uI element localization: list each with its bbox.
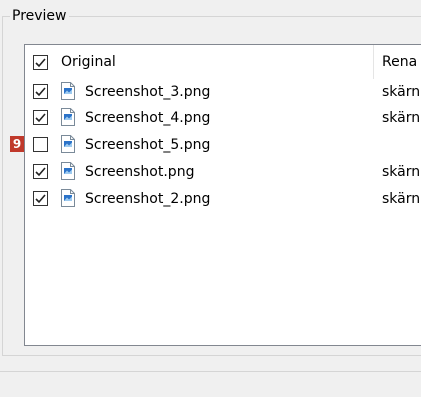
row-renamed-name: skärn [382, 110, 421, 126]
checkmark-icon [35, 58, 46, 68]
checkmark-icon [35, 167, 46, 177]
row-original-name: Screenshot_3.png [85, 84, 211, 100]
image-file-icon [61, 162, 75, 180]
bottom-divider [0, 371, 421, 372]
row-checkbox[interactable] [33, 110, 48, 125]
table-row[interactable]: Screenshot.png skärn [25, 159, 421, 185]
row-checkbox[interactable] [33, 137, 48, 152]
row-renamed-name: skärn [382, 164, 421, 180]
image-file-icon [61, 189, 75, 207]
row-renamed-name: skärn [382, 191, 421, 207]
column-separator[interactable] [373, 45, 374, 79]
row-original-name: Screenshot_4.png [85, 110, 211, 126]
image-file-icon [61, 82, 75, 100]
image-file-icon [61, 108, 75, 126]
checkmark-icon [35, 113, 46, 123]
preview-list-view[interactable]: Original Rena Screenshot_3.png skärn Scr… [24, 44, 421, 346]
image-file-icon [61, 135, 75, 153]
row-renamed-name: skärn [382, 84, 421, 100]
column-header-renamed[interactable]: Rena [382, 52, 417, 72]
table-row[interactable]: Screenshot_3.png skärn [25, 79, 421, 105]
table-row[interactable]: Screenshot_4.png skärn [25, 105, 421, 131]
preview-window: Preview Original Rena Screenshot_3.png s… [0, 0, 421, 397]
list-header: Original Rena [25, 45, 421, 79]
checkmark-icon [35, 87, 46, 97]
row-checkbox[interactable] [33, 164, 48, 179]
annotation-badge: 9 [10, 136, 24, 152]
preview-group-title: Preview [10, 7, 69, 25]
checkmark-icon [35, 194, 46, 204]
row-checkbox[interactable] [33, 84, 48, 99]
table-row[interactable]: Screenshot_2.png skärn [25, 186, 421, 212]
row-original-name: Screenshot_2.png [85, 191, 211, 207]
select-all-checkbox[interactable] [33, 55, 48, 70]
table-row[interactable]: Screenshot_5.png [25, 132, 421, 158]
row-checkbox[interactable] [33, 191, 48, 206]
column-header-original[interactable]: Original [61, 52, 116, 72]
row-original-name: Screenshot_5.png [85, 137, 211, 153]
row-original-name: Screenshot.png [85, 164, 195, 180]
